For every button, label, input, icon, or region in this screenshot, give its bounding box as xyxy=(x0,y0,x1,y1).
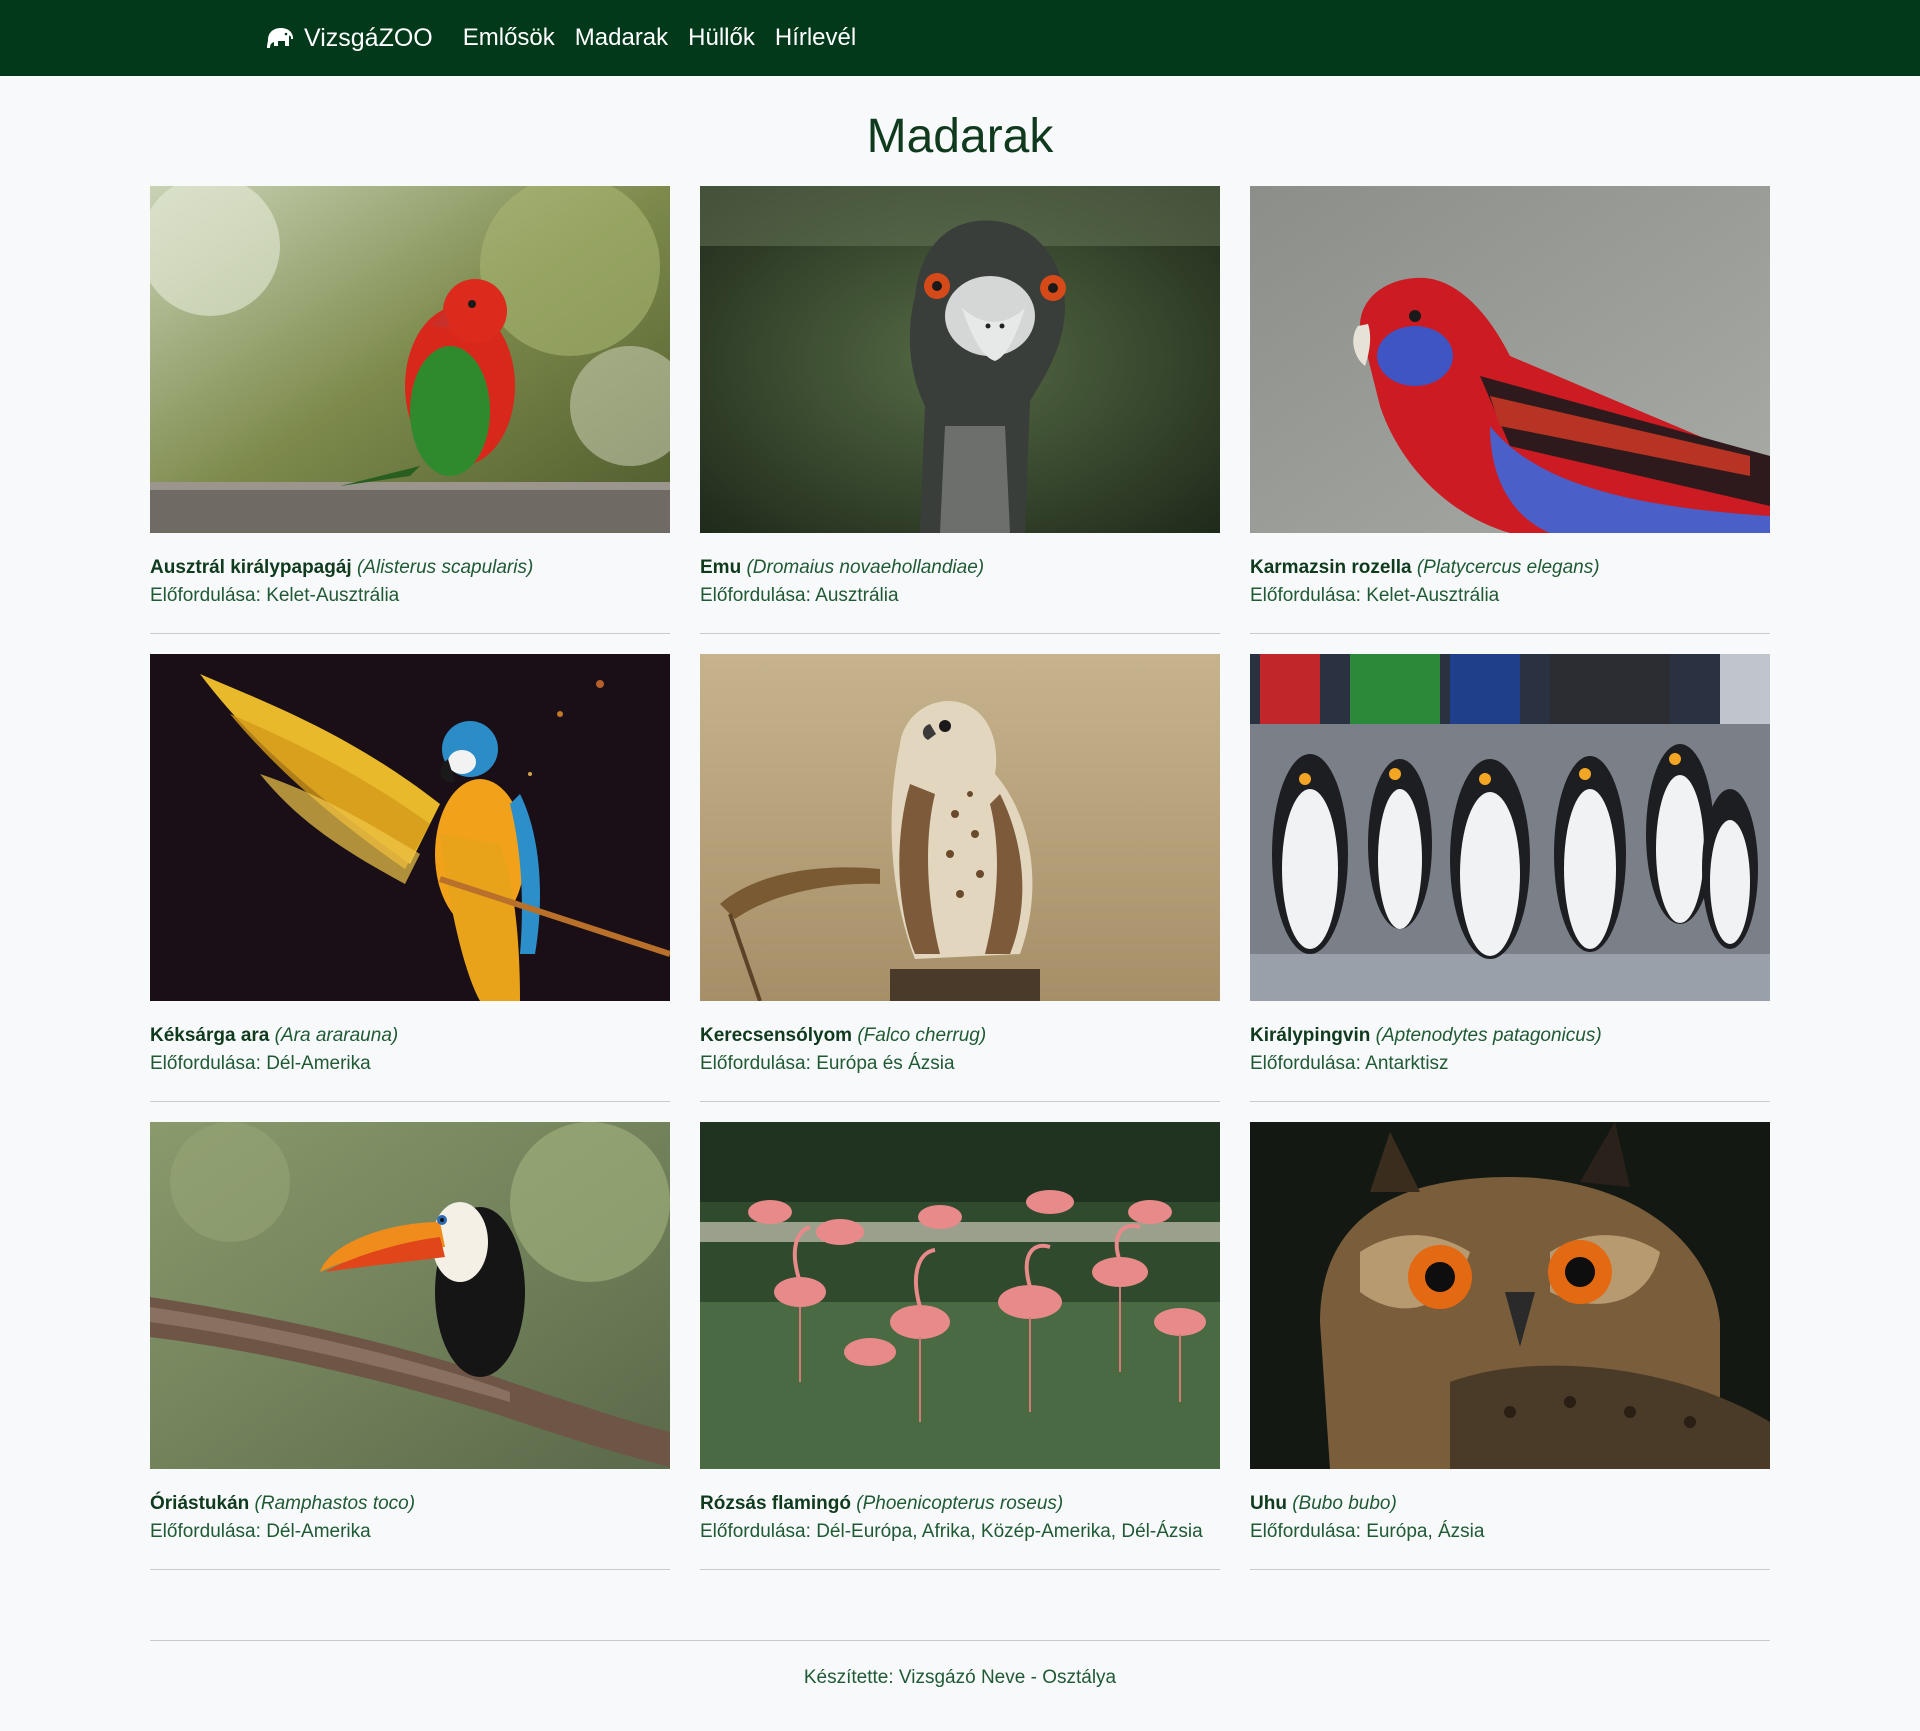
occurrence-value: Kelet-Ausztrália xyxy=(266,585,400,606)
falcon-photo xyxy=(700,654,1220,1001)
bird-occurrence: Előfordulása: Dél-Amerika xyxy=(150,1521,670,1543)
occurrence-value: Dél-Amerika xyxy=(266,1521,371,1542)
occurrence-value: Kelet-Ausztrália xyxy=(1366,585,1500,606)
bird-card: Emu (Dromaius novaehollandiae) Előfordul… xyxy=(700,186,1220,634)
bird-latin-name: (Bubo bubo) xyxy=(1292,1493,1397,1514)
occurrence-label: Előfordulása: xyxy=(150,1521,261,1542)
bird-title: Rózsás flamingó (Phoenicopterus roseus) xyxy=(700,1493,1220,1515)
bird-latin-name: (Dromaius novaehollandiae) xyxy=(746,557,985,578)
bird-name: Óriástukán xyxy=(150,1493,250,1514)
bird-name: Kerecsensólyom xyxy=(700,1025,853,1046)
occurrence-label: Előfordulása: xyxy=(150,1053,261,1074)
emu-photo xyxy=(700,186,1220,533)
bird-card: Uhu (Bubo bubo) Előfordulása: Európa, Áz… xyxy=(1250,1122,1770,1570)
bird-card: Ausztrál királypapagáj (Alisterus scapul… xyxy=(150,186,670,634)
bird-card: Rózsás flamingó (Phoenicopterus roseus) … xyxy=(700,1122,1220,1570)
bird-occurrence: Előfordulása: Kelet-Ausztrália xyxy=(150,585,670,607)
nav-link-madarak[interactable]: Madarak xyxy=(575,24,668,52)
macaw-photo xyxy=(150,654,670,1001)
bird-card: Óriástukán (Ramphastos toco) Előfordulás… xyxy=(150,1122,670,1570)
nav-link-emlosok[interactable]: Emlősök xyxy=(463,24,555,52)
occurrence-value: Antarktisz xyxy=(1365,1053,1449,1074)
occurrence-label: Előfordulása: xyxy=(1250,585,1361,606)
occurrence-value: Ausztrália xyxy=(815,585,899,606)
nav-link-hirlevel[interactable]: Hírlevél xyxy=(775,24,856,52)
bird-title: Kéksárga ara (Ara ararauna) xyxy=(150,1025,670,1047)
occurrence-label: Előfordulása: xyxy=(1250,1053,1361,1074)
occurrence-label: Előfordulása: xyxy=(150,585,261,606)
occurrence-value: Európa és Ázsia xyxy=(816,1053,955,1074)
bird-name: Karmazsin rozella xyxy=(1250,557,1412,578)
bird-occurrence: Előfordulása: Európa, Ázsia xyxy=(1250,1521,1770,1543)
occurrence-value: Dél-Amerika xyxy=(266,1053,371,1074)
bird-card: Kéksárga ara (Ara ararauna) Előfordulása… xyxy=(150,654,670,1102)
bird-latin-name: (Alisterus scapularis) xyxy=(356,557,534,578)
page-footer: Készítette: Vizsgázó Neve - Osztálya xyxy=(150,1640,1770,1689)
bird-occurrence: Előfordulása: Ausztrália xyxy=(700,585,1220,607)
bird-name: Ausztrál királypapagáj xyxy=(150,557,352,578)
occurrence-label: Előfordulása: xyxy=(700,1053,811,1074)
occurrence-value: Dél-Európa, Afrika, Közép-Amerika, Dél-Á… xyxy=(816,1521,1203,1542)
bird-latin-name: (Aptenodytes patagonicus) xyxy=(1375,1025,1602,1046)
bird-title: Emu (Dromaius novaehollandiae) xyxy=(700,557,1220,579)
bird-title: Óriástukán (Ramphastos toco) xyxy=(150,1493,670,1515)
bird-latin-name: (Falco cherrug) xyxy=(857,1025,987,1046)
bird-latin-name: (Platycercus elegans) xyxy=(1416,557,1600,578)
bird-card: Karmazsin rozella (Platycercus elegans) … xyxy=(1250,186,1770,634)
bird-latin-name: (Ramphastos toco) xyxy=(254,1493,416,1514)
nav-link-hullok[interactable]: Hüllők xyxy=(688,24,755,52)
bird-occurrence: Előfordulása: Antarktisz xyxy=(1250,1053,1770,1075)
occurrence-label: Előfordulása: xyxy=(700,585,811,606)
brand-label: VizsgáZOO xyxy=(304,23,433,52)
occurrence-label: Előfordulása: xyxy=(1250,1521,1361,1542)
bird-title: Uhu (Bubo bubo) xyxy=(1250,1493,1770,1515)
bird-grid: Ausztrál királypapagáj (Alisterus scapul… xyxy=(150,186,1770,1570)
bird-name: Rózsás flamingó xyxy=(700,1493,851,1514)
toucan-photo xyxy=(150,1122,670,1469)
crimson-rosella-photo xyxy=(1250,186,1770,533)
bird-title: Karmazsin rozella (Platycercus elegans) xyxy=(1250,557,1770,579)
bird-title: Ausztrál királypapagáj (Alisterus scapul… xyxy=(150,557,670,579)
footer-credit: Készítette: Vizsgázó Neve - Osztálya xyxy=(803,1667,1117,1688)
elephant-icon xyxy=(267,28,293,48)
bird-card: Királypingvin (Aptenodytes patagonicus) … xyxy=(1250,654,1770,1102)
bird-occurrence: Előfordulása: Európa és Ázsia xyxy=(700,1053,1220,1075)
bird-name: Kéksárga ara xyxy=(150,1025,270,1046)
bird-card: Kerecsensólyom (Falco cherrug) Előfordul… xyxy=(700,654,1220,1102)
bird-occurrence: Előfordulása: Dél-Amerika xyxy=(150,1053,670,1075)
page-title: Madarak xyxy=(866,110,1054,163)
occurrence-value: Európa, Ázsia xyxy=(1366,1521,1485,1542)
navbar-inner: VizsgáZOO Emlősök Madarak Hüllők Hírlevé… xyxy=(120,24,1800,53)
owl-photo xyxy=(1250,1122,1770,1469)
occurrence-label: Előfordulása: xyxy=(700,1521,811,1542)
bird-title: Királypingvin (Aptenodytes patagonicus) xyxy=(1250,1025,1770,1047)
bird-occurrence: Előfordulása: Kelet-Ausztrália xyxy=(1250,585,1770,607)
bird-name: Királypingvin xyxy=(1250,1025,1371,1046)
bird-latin-name: (Phoenicopterus roseus) xyxy=(856,1493,1064,1514)
bird-title: Kerecsensólyom (Falco cherrug) xyxy=(700,1025,1220,1047)
bird-name: Emu xyxy=(700,557,742,578)
penguins-photo xyxy=(1250,654,1770,1001)
bird-name: Uhu xyxy=(1250,1493,1287,1514)
brand-link[interactable]: VizsgáZOO xyxy=(264,24,433,53)
flamingos-photo xyxy=(700,1122,1220,1469)
bird-latin-name: (Ara ararauna) xyxy=(274,1025,399,1046)
king-parrot-photo xyxy=(150,186,670,533)
top-navbar: VizsgáZOO Emlősök Madarak Hüllők Hírlevé… xyxy=(0,0,1920,76)
bird-occurrence: Előfordulása: Dél-Európa, Afrika, Közép-… xyxy=(700,1521,1220,1543)
